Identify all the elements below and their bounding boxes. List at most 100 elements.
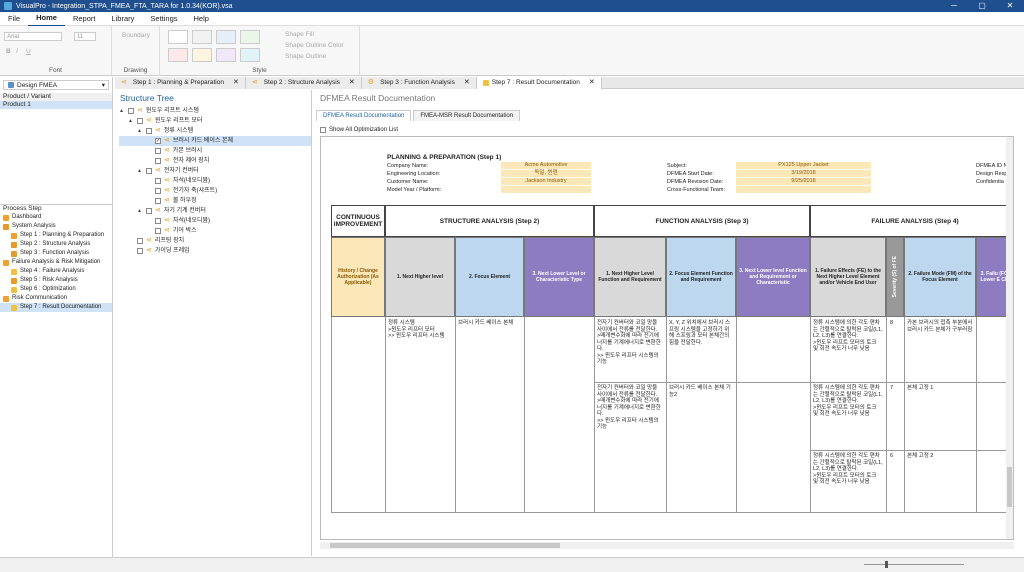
tree-checkbox[interactable] <box>128 108 134 114</box>
style-swatch[interactable] <box>216 30 236 44</box>
severity-cell[interactable]: 7 <box>889 384 903 393</box>
sidebar-item[interactable]: System Analysis <box>0 222 112 231</box>
tree-checkbox[interactable] <box>155 188 161 194</box>
tree-checkbox[interactable] <box>155 198 161 204</box>
expand-icon[interactable]: ▲ <box>137 166 143 176</box>
style-swatch[interactable] <box>216 48 236 62</box>
boundary-button[interactable]: Boundary <box>122 32 150 39</box>
tab-step2[interactable]: ⋖ Step 2 : Structure Analysis ✕ <box>245 77 362 89</box>
table-cell[interactable]: 카본 브러시의 접촉 부분에서 브러시 카드 본체가 구부러짐 <box>906 319 974 334</box>
tree-node[interactable]: ⋖ 자석(네오디뮴) <box>119 176 311 186</box>
severity-cell[interactable]: 8 <box>889 319 903 328</box>
tree-node[interactable]: ▲ ⋖ 윈도우 리프트 시스템 <box>119 106 311 116</box>
tree-node[interactable]: ⋖ 전자 제어 장치 <box>119 156 311 166</box>
menu-file[interactable]: File <box>0 12 28 26</box>
sidebar-item[interactable]: Step 4 : Failure Analysis <box>0 267 112 276</box>
table-cell[interactable]: 정류 시스템에 의한 각도 편차는 간헐적으로 탈락된 코일(L1, L2, L… <box>812 452 884 510</box>
vertical-scrollbar[interactable] <box>1006 137 1013 539</box>
sidebar-item[interactable]: Step 2 : Structure Analysis <box>0 240 112 249</box>
table-cell[interactable]: 전자기 컨버터와 코일 망을 사이에서 전류를 전달한다. >매개변수화에 따라… <box>596 384 664 448</box>
menu-library[interactable]: Library <box>103 12 142 26</box>
style-swatch[interactable] <box>192 30 212 44</box>
expand-icon[interactable]: ▲ <box>128 116 134 126</box>
menu-settings[interactable]: Settings <box>142 12 185 26</box>
tree-node[interactable]: ⋖ 리프팅 장치 <box>119 236 311 246</box>
tree-node[interactable]: ▲ ⋖ 윈도우 리프트 모터 <box>119 116 311 126</box>
fmea-type-dropdown[interactable]: Design FMEA ▾ <box>3 80 109 90</box>
font-name-combo[interactable]: Arial <box>4 32 62 41</box>
sidebar-item[interactable]: Step 3 : Function Analysis <box>0 249 112 258</box>
bold-button[interactable]: B <box>6 48 11 55</box>
style-swatch[interactable] <box>192 48 212 62</box>
horizontal-scrollbar[interactable] <box>320 542 1014 549</box>
tree-checkbox[interactable] <box>146 168 152 174</box>
sidebar-item[interactable]: Dashboard <box>0 213 112 222</box>
scrollbar-thumb[interactable] <box>330 543 560 548</box>
tab-dfmea-result[interactable]: DFMEA Result Documentation <box>316 110 412 121</box>
close-icon[interactable]: ✕ <box>996 0 1024 12</box>
tree-node[interactable]: ⋖ 가이딩 프레임 <box>119 246 311 256</box>
shape-outline-color-button[interactable]: Shape Outline Color <box>285 42 344 49</box>
severity-cell[interactable]: 6 <box>889 452 903 461</box>
shape-fill-button[interactable]: Shape Fill <box>285 31 314 38</box>
menu-home[interactable]: Home <box>28 11 65 27</box>
start-date-value[interactable]: 3/19/2018 <box>736 170 871 177</box>
tree-checkbox[interactable] <box>137 238 143 244</box>
tree-checkbox[interactable] <box>146 208 152 214</box>
italic-button[interactable]: I <box>16 48 18 55</box>
table-cell[interactable]: 정류 시스템에 의한 각도 편차는 간헐적으로 탈락된 코일(L1, L2, L… <box>812 319 884 381</box>
subject-value[interactable]: PX125 Upper Jacket <box>736 162 871 169</box>
close-tab-icon[interactable]: ✕ <box>349 77 355 89</box>
table-cell[interactable]: 전자기 컨버터와 코일 망을 사이에서 전류를 전달한다. >매개변수화에 따라… <box>596 319 664 381</box>
tree-node[interactable]: ⋖ 볼 하우징 <box>119 196 311 206</box>
close-tab-icon[interactable]: ✕ <box>233 77 239 89</box>
tree-checkbox[interactable] <box>155 178 161 184</box>
menu-report[interactable]: Report <box>65 12 104 26</box>
tree-checkbox[interactable] <box>155 228 161 234</box>
tree-node[interactable]: ▲ ⋖ 전자기 컨버터 <box>119 166 311 176</box>
team-value[interactable] <box>736 186 871 193</box>
expand-icon[interactable]: ▲ <box>119 106 125 116</box>
tree-checkbox[interactable] <box>137 118 143 124</box>
tree-node[interactable]: ✓ ⋖ 브러시 카드 베이스 본체 <box>119 136 311 146</box>
style-swatch[interactable] <box>240 30 260 44</box>
close-tab-icon[interactable]: ✕ <box>589 77 595 89</box>
table-cell[interactable]: 정류 시스템 >윈도우 리프터 모터 >> 윈도우 리프터 시스템 <box>387 319 453 341</box>
tab-step7[interactable]: Step 7 : Result Documentation ✕ <box>476 77 602 89</box>
sidebar-item[interactable]: Step 1 : Planning & Preparation <box>0 231 112 240</box>
table-cell[interactable]: 정류 시스템에 의한 각도 편차는 간헐적으로 탈락된 코일(L1, L2, L… <box>812 384 884 448</box>
sidebar-item[interactable]: Risk Communication <box>0 294 112 303</box>
tab-fmea-msr-result[interactable]: FMEA-MSR Result Documentation <box>413 110 521 121</box>
location-value[interactable]: 독일, 뮌헨 <box>501 170 591 177</box>
tree-checkbox[interactable] <box>137 248 143 254</box>
tree-checkbox[interactable] <box>155 148 161 154</box>
tree-checkbox[interactable] <box>155 218 161 224</box>
sidebar-item[interactable]: Step 5 : Risk Analysis <box>0 276 112 285</box>
expand-icon[interactable]: ▲ <box>137 126 143 136</box>
tree-node[interactable]: ⋖ 전기자 축(샤프트) <box>119 186 311 196</box>
table-cell[interactable]: X, Y, Z 위치에서 브러시 스프링 시스템을 고정하기 위해 스프링과 모… <box>668 319 734 347</box>
sidebar-item[interactable]: Step 6 : Optimization <box>0 285 112 294</box>
underline-button[interactable]: U <box>26 48 31 55</box>
company-value[interactable]: Acme Automotive <box>501 162 591 169</box>
minimize-icon[interactable]: ─ <box>940 0 968 12</box>
menu-help[interactable]: Help <box>186 12 217 26</box>
tree-checkbox[interactable] <box>155 158 161 164</box>
table-cell[interactable]: 브러시 카드 베이스 본체 <box>457 319 523 328</box>
maximize-icon[interactable]: ▢ <box>968 0 996 12</box>
style-swatch[interactable] <box>168 48 188 62</box>
shape-outline-button[interactable]: Shape Outline <box>285 53 326 60</box>
close-tab-icon[interactable]: ✕ <box>464 77 470 89</box>
revision-date-value[interactable]: 9/25/2018 <box>736 178 871 185</box>
tree-node[interactable]: ⋖ 기어 박스 <box>119 226 311 236</box>
tab-step1[interactable]: ⋖ Step 1 : Planning & Preparation ✕ <box>115 77 246 89</box>
tab-step3[interactable]: ⚙ Step 3 : Function Analysis ✕ <box>361 77 477 89</box>
style-swatch[interactable] <box>168 30 188 44</box>
tree-node[interactable]: ▲ ⋖ 자기 기계 컨버터 <box>119 206 311 216</box>
tree-node[interactable]: ▲ ⋖ 정류 시스템 <box>119 126 311 136</box>
model-value[interactable] <box>501 186 591 193</box>
zoom-slider-handle[interactable] <box>885 561 888 568</box>
customer-value[interactable]: Jackson Industry <box>501 178 591 185</box>
product-item[interactable]: Product 1 <box>0 101 112 109</box>
scrollbar-thumb[interactable] <box>1007 467 1012 507</box>
